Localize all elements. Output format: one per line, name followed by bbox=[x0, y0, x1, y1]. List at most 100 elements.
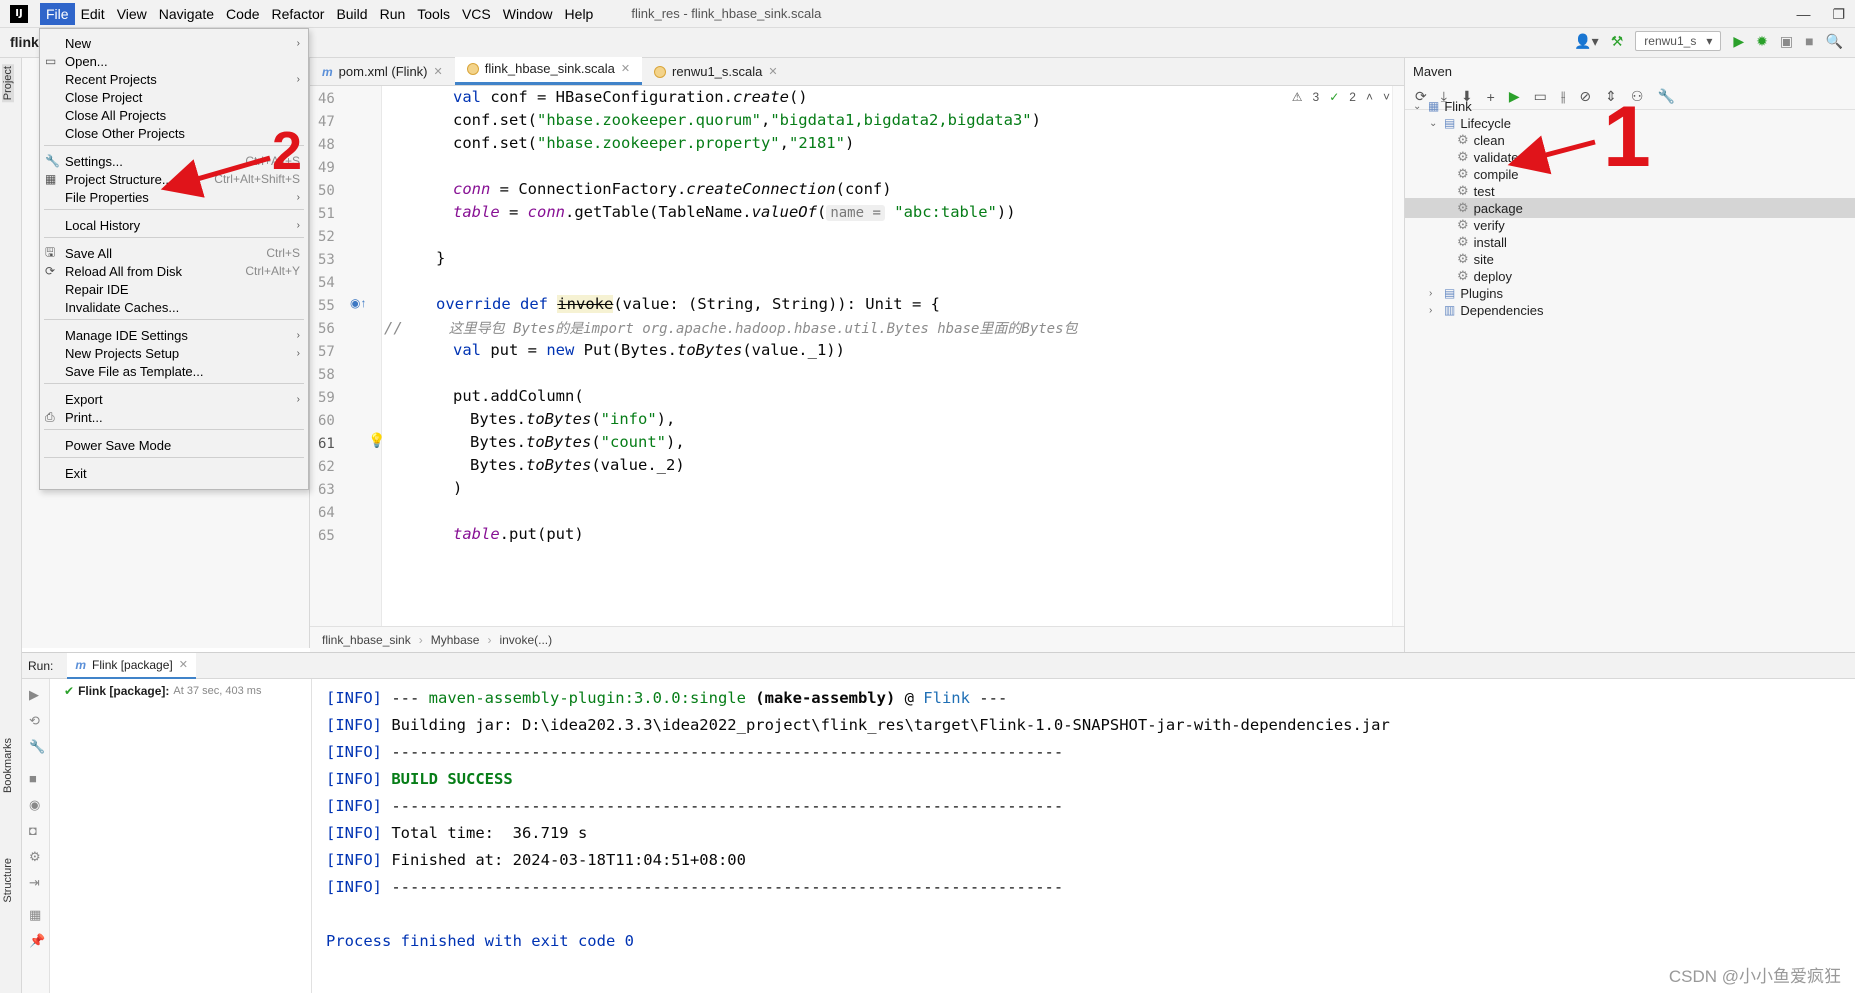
annotation-number-1: 1 bbox=[1603, 89, 1651, 185]
menu-vcs[interactable]: VCS bbox=[456, 3, 497, 25]
console-exit-line: Process finished with exit code 0 bbox=[326, 932, 634, 950]
menu-item-reload-all[interactable]: ⟳ Reload All from Disk Ctrl+Alt+Y bbox=[40, 261, 308, 281]
gear-icon: ⚙ bbox=[1457, 149, 1469, 164]
breadcrumb-item[interactable]: flink_hbase_sink bbox=[322, 633, 411, 647]
menu-window[interactable]: Window bbox=[497, 3, 559, 25]
restore-icon[interactable]: ❐ bbox=[1832, 6, 1845, 23]
menu-item-close-all-projects[interactable]: Close All Projects bbox=[40, 105, 308, 125]
editor-scrollbar[interactable] bbox=[1392, 86, 1404, 626]
console-output[interactable]: [INFO] --- maven-assembly-plugin:3.0.0:s… bbox=[326, 689, 1390, 959]
code-editor[interactable]: val conf = HBaseConfiguration.create() c… bbox=[382, 86, 1392, 626]
settings-wrench-icon[interactable]: 🔧 bbox=[1657, 88, 1674, 105]
menu-run[interactable]: Run bbox=[374, 3, 412, 25]
execute-goal-icon[interactable]: ▭ bbox=[1534, 88, 1547, 105]
chevron-down-icon[interactable]: ˅ bbox=[1383, 90, 1390, 104]
structure-tool-tab[interactable]: Structure bbox=[2, 858, 14, 903]
maven-dependencies-node[interactable]: › ▥ Dependencies bbox=[1429, 300, 1543, 320]
minimize-icon[interactable]: — bbox=[1796, 6, 1810, 22]
bookmarks-tool-tab[interactable]: Bookmarks bbox=[2, 738, 14, 793]
skip-tests-icon[interactable]: ⊘ bbox=[1579, 88, 1591, 105]
menu-help[interactable]: Help bbox=[559, 3, 600, 25]
tree-label: install bbox=[1473, 234, 1507, 250]
rerun-failed-icon[interactable]: ⟲ bbox=[29, 713, 40, 729]
menu-item-save-all[interactable]: 🖫 Save All Ctrl+S bbox=[40, 243, 308, 263]
coverage-icon[interactable]: ▣ bbox=[1780, 33, 1793, 50]
chevron-up-icon[interactable]: ˄ bbox=[1366, 90, 1373, 104]
menu-item-new-projects-setup[interactable]: New Projects Setup › bbox=[40, 343, 308, 363]
folder-open-icon: ▭ bbox=[45, 54, 57, 68]
menu-item-exit[interactable]: Exit bbox=[40, 463, 308, 483]
wrench-icon[interactable]: 🔧 bbox=[29, 739, 45, 755]
close-icon[interactable]: ✕ bbox=[434, 65, 443, 78]
code-token: Bytes. bbox=[470, 410, 526, 428]
tab-flink-hbase-sink[interactable]: flink_hbase_sink.scala ✕ bbox=[454, 57, 643, 85]
menu-file[interactable]: File bbox=[40, 2, 75, 25]
menu-item-open[interactable]: ▭ Open... bbox=[40, 51, 308, 71]
tab-pom-xml[interactable]: m pom.xml (Flink) ✕ bbox=[310, 60, 455, 85]
menu-item-recent-projects[interactable]: Recent Projects › bbox=[40, 69, 308, 89]
menu-item-close-project[interactable]: Close Project bbox=[40, 87, 308, 107]
settings-icon[interactable]: ⚙ bbox=[29, 849, 41, 865]
add-icon[interactable]: + bbox=[1487, 89, 1495, 105]
menu-item-label: Close Other Projects bbox=[65, 125, 185, 141]
menu-tools[interactable]: Tools bbox=[411, 3, 456, 25]
run-icon[interactable]: ▶ bbox=[1509, 88, 1520, 105]
menu-item-close-other-projects[interactable]: Close Other Projects bbox=[40, 123, 308, 143]
menu-build[interactable]: Build bbox=[330, 3, 373, 25]
run-config-dropdown[interactable]: renwu1_s ▾ bbox=[1635, 31, 1722, 51]
breadcrumb: flink_hbase_sink › Myhbase › invoke(...) bbox=[310, 626, 1404, 652]
menu-navigate[interactable]: Navigate bbox=[153, 3, 220, 25]
menu-item-manage-ide-settings[interactable]: Manage IDE Settings › bbox=[40, 325, 308, 345]
menu-code[interactable]: Code bbox=[220, 3, 265, 25]
tree-label: site bbox=[1473, 251, 1494, 267]
console-line: [INFO] Total time: 36.719 s bbox=[326, 824, 1390, 851]
project-name[interactable]: flink bbox=[10, 34, 39, 50]
user-icon[interactable]: 👤▾ bbox=[1574, 33, 1598, 50]
rerun-icon[interactable]: ▶ bbox=[29, 687, 39, 703]
code-token: val bbox=[453, 88, 481, 106]
menu-view[interactable]: View bbox=[111, 3, 153, 25]
menu-item-file-properties[interactable]: File Properties › bbox=[40, 187, 308, 207]
override-marker-icon[interactable]: ◉↑ bbox=[350, 296, 366, 310]
chevron-right-icon: › bbox=[296, 37, 300, 49]
menu-item-power-save-mode[interactable]: Power Save Mode bbox=[40, 435, 308, 455]
menu-item-new[interactable]: New › bbox=[40, 33, 308, 53]
tab-renwu1-s[interactable]: renwu1_s.scala ✕ bbox=[642, 60, 790, 85]
project-tool-tab[interactable]: Project bbox=[2, 64, 14, 103]
menu-item-export[interactable]: Export › bbox=[40, 389, 308, 409]
pin-icon[interactable]: 📌 bbox=[29, 933, 45, 949]
close-icon[interactable]: ✕ bbox=[179, 658, 188, 671]
close-icon[interactable]: ✕ bbox=[621, 62, 630, 75]
menu-refactor[interactable]: Refactor bbox=[266, 3, 331, 25]
stop-icon[interactable]: ■ bbox=[1805, 33, 1813, 49]
debug-icon[interactable]: ✹ bbox=[1756, 33, 1768, 50]
code-token: "hbase.zookeeper.quorum" bbox=[537, 111, 761, 129]
toggle-offline-icon[interactable]: ⫲ bbox=[1561, 88, 1566, 105]
breadcrumb-item[interactable]: Myhbase bbox=[431, 633, 480, 647]
stop-icon[interactable]: ■ bbox=[29, 771, 37, 786]
breadcrumb-item[interactable]: invoke(...) bbox=[499, 633, 552, 647]
menu-item-invalidate-caches[interactable]: Invalidate Caches... bbox=[40, 297, 308, 317]
layout-icon[interactable]: ▦ bbox=[29, 907, 41, 923]
eye-icon[interactable]: ◉ bbox=[29, 797, 40, 813]
menu-item-save-file-as-template[interactable]: Save File as Template... bbox=[40, 361, 308, 381]
menu-item-settings[interactable]: 🔧 Settings... Ctrl+Alt+S bbox=[40, 151, 308, 171]
menu-item-print[interactable]: ⎙ Print... bbox=[40, 407, 308, 427]
run-icon[interactable]: ▶ bbox=[1733, 33, 1744, 50]
menu-edit[interactable]: Edit bbox=[75, 3, 111, 25]
exit-icon[interactable]: ⇥ bbox=[29, 875, 40, 891]
run-tab-flink-package[interactable]: m Flink [package] ✕ bbox=[67, 652, 196, 679]
tree-label: Dependencies bbox=[1460, 302, 1544, 318]
close-icon[interactable]: ✕ bbox=[768, 65, 777, 78]
camera-icon[interactable]: ◘ bbox=[29, 823, 37, 838]
menu-item-local-history[interactable]: Local History › bbox=[40, 215, 308, 235]
menu-item-label: Export bbox=[65, 391, 103, 407]
menu-item-project-structure[interactable]: ▦ Project Structure... Ctrl+Alt+Shift+S bbox=[40, 169, 308, 189]
code-token: )) bbox=[996, 203, 1016, 221]
build-hammer-icon[interactable]: ⚒ bbox=[1611, 33, 1624, 50]
tree-label: validate bbox=[1473, 149, 1519, 165]
inspection-widget[interactable]: ⚠ 3 ✓ 2 ˄ ˅ bbox=[1292, 90, 1390, 104]
run-tree-item[interactable]: ✔ Flink [package]: At 37 sec, 403 ms bbox=[64, 684, 261, 698]
menu-item-repair-ide[interactable]: Repair IDE bbox=[40, 279, 308, 299]
search-everywhere-icon[interactable]: 🔍 bbox=[1826, 33, 1843, 50]
